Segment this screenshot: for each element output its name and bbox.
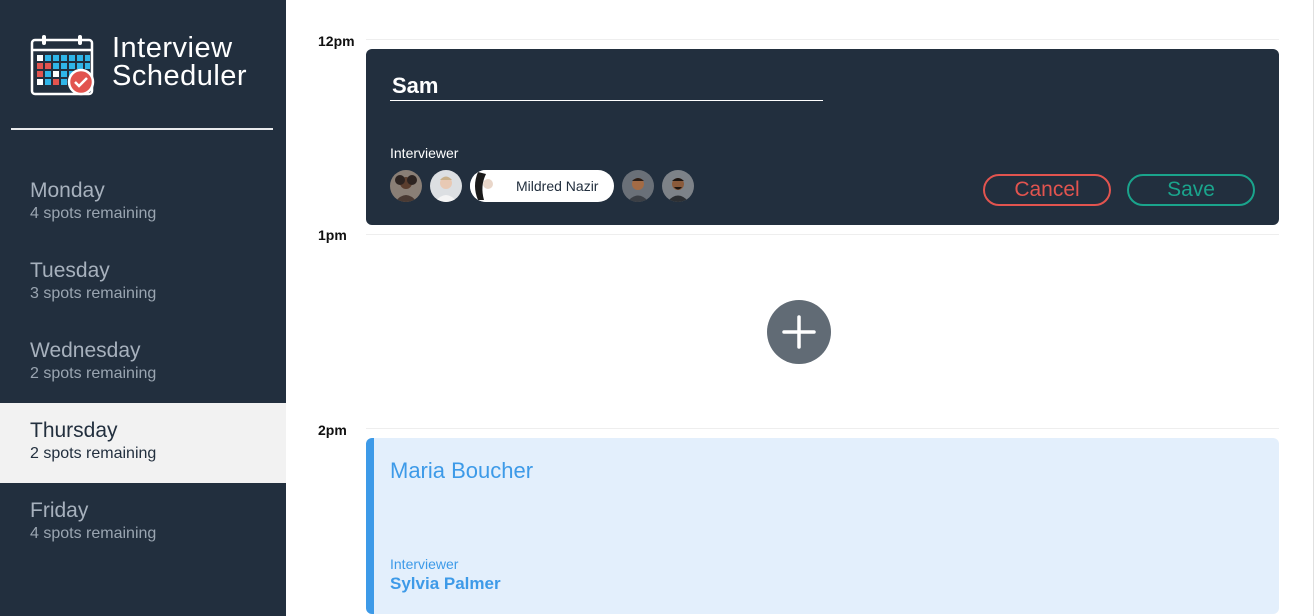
time-separator <box>366 428 1279 429</box>
sidebar-divider <box>11 128 273 130</box>
time-separator <box>366 39 1279 40</box>
day-spots: 3 spots remaining <box>30 285 157 302</box>
selected-interviewer-name: Mildred Nazir <box>516 178 599 194</box>
app-title: Interview Scheduler <box>112 32 248 92</box>
time-label-12pm: 12pm <box>318 33 355 49</box>
selected-interviewer-pill[interactable]: Mildred Nazir <box>470 170 615 202</box>
day-item-monday[interactable]: Monday 4 spots remaining <box>0 163 286 243</box>
app-title-line-2: Scheduler <box>112 60 248 92</box>
day-item-wednesday[interactable]: Wednesday 2 spots remaining <box>0 323 286 403</box>
day-item-friday[interactable]: Friday 4 spots remaining <box>0 483 286 563</box>
time-label-2pm: 2pm <box>318 422 347 438</box>
booked-interviewer-name: Sylvia Palmer <box>390 574 501 593</box>
interviewer-avatar[interactable] <box>622 170 655 202</box>
day-name: Monday <box>30 179 105 202</box>
brand: Interview Scheduler <box>30 34 247 96</box>
booked-interviewer-label: Interviewer <box>390 556 459 572</box>
day-item-tuesday[interactable]: Tuesday 3 spots remaining <box>0 243 286 323</box>
booked-appointment[interactable]: Maria Boucher Interviewer Sylvia Palmer <box>366 438 1279 614</box>
day-name: Wednesday <box>30 339 141 362</box>
calendar-icon <box>30 35 95 96</box>
day-spots: 2 spots remaining <box>30 365 157 382</box>
day-name: Tuesday <box>30 259 110 282</box>
day-name: Friday <box>30 499 89 522</box>
add-appointment-button[interactable] <box>767 300 831 364</box>
booked-student-name: Maria Boucher <box>390 458 534 483</box>
day-list: Monday 4 spots remaining Tuesday 3 spots… <box>0 163 286 563</box>
interviewer-avatar[interactable] <box>662 170 695 202</box>
sidebar: Interview Scheduler Monday 4 spots remai… <box>0 0 286 616</box>
schedule: 12pm 1pm 2pm Interviewer Mildred Nazir <box>286 0 1316 616</box>
cancel-button[interactable]: Cancel <box>983 174 1111 206</box>
day-spots: 4 spots remaining <box>30 525 157 542</box>
scroll-edge <box>1313 0 1314 616</box>
day-spots: 4 spots remaining <box>30 205 157 222</box>
time-label-1pm: 1pm <box>318 227 347 243</box>
save-button[interactable]: Save <box>1127 174 1255 206</box>
interviewer-avatar <box>470 170 502 202</box>
interviewer-list: Mildred Nazir <box>390 170 702 202</box>
appointment-form: Interviewer Mildred Nazir Cancel Save <box>366 49 1279 225</box>
interviewer-label: Interviewer <box>390 145 459 161</box>
plus-icon <box>782 315 816 349</box>
app-title-line-1: Interview <box>112 32 233 64</box>
student-name-input[interactable] <box>390 71 823 101</box>
interviewer-avatar[interactable] <box>390 170 422 202</box>
interviewer-avatar[interactable] <box>430 170 462 202</box>
day-spots: 2 spots remaining <box>30 445 157 462</box>
day-item-thursday[interactable]: Thursday 2 spots remaining <box>0 403 286 483</box>
time-separator <box>366 234 1279 235</box>
day-name: Thursday <box>30 419 118 442</box>
